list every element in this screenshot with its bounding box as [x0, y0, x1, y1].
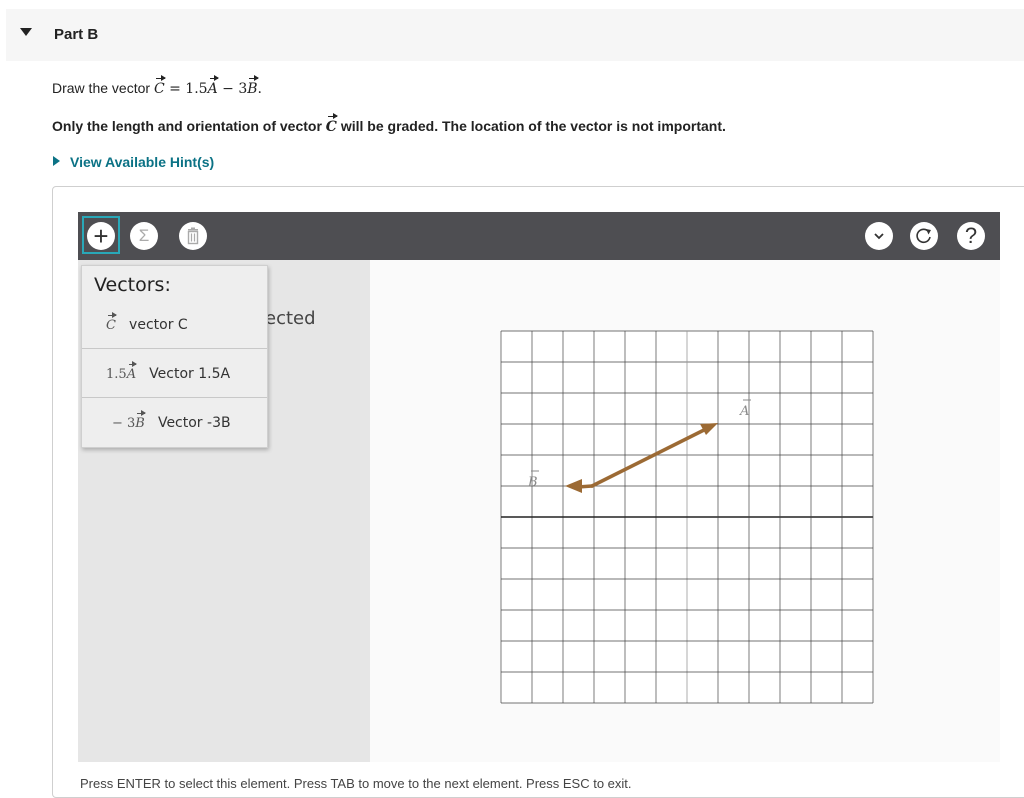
reset-icon: [916, 228, 931, 244]
question-mark-icon: ?: [964, 223, 978, 248]
vector-b-symbol: B: [135, 410, 146, 431]
menu-item-vector-c[interactable]: C vector C: [82, 300, 267, 349]
vector-b-label: B: [527, 475, 538, 490]
drawing-canvas[interactable]: A B: [370, 260, 1000, 762]
vector-menu: Vectors: C vector C 1.5A Vector 1.5A − 3…: [81, 265, 268, 448]
vector-c-symbol: C: [106, 312, 117, 333]
vector-b-symbol: B: [247, 75, 259, 97]
drawing-toolbar: [78, 212, 1000, 260]
grid-lines: [500, 330, 874, 704]
panel-partial-label: ected: [265, 308, 316, 329]
delete-button[interactable]: [179, 222, 207, 250]
dropdown-button[interactable]: [865, 222, 893, 250]
vector-a-symbol: A: [207, 75, 219, 97]
keyboard-instructions: Press ENTER to select this element. Pres…: [80, 776, 632, 791]
vector-a-label: A: [739, 404, 749, 419]
reset-button[interactable]: [910, 222, 938, 250]
caret-right-icon: [53, 156, 60, 166]
part-title: Part B: [54, 26, 99, 43]
plus-icon: +: [93, 221, 109, 251]
grid[interactable]: A B: [370, 260, 1000, 762]
part-header[interactable]: [6, 9, 1024, 61]
vector-a-symbol: A: [126, 361, 138, 382]
trash-icon: [187, 227, 199, 245]
grading-note: Only the length and orientation of vecto…: [52, 113, 726, 135]
menu-item-vector-1-5a[interactable]: 1.5A Vector 1.5A: [82, 349, 267, 398]
menu-item-vector-minus-3b[interactable]: − 3B Vector -3B: [82, 398, 267, 446]
view-hints-link[interactable]: View Available Hint(s): [53, 154, 214, 170]
sigma-icon: Σ: [138, 226, 150, 245]
question-text: Draw the vector C = 1.5A − 3B.: [52, 75, 262, 97]
vector-c-symbol: C: [153, 75, 166, 97]
help-button[interactable]: ?: [957, 222, 985, 250]
sum-button[interactable]: Σ: [130, 222, 158, 250]
add-vector-button[interactable]: +: [87, 222, 115, 250]
chevron-down-icon: [874, 233, 884, 240]
collapse-caret-icon[interactable]: [20, 28, 32, 36]
menu-heading: Vectors:: [94, 274, 171, 296]
